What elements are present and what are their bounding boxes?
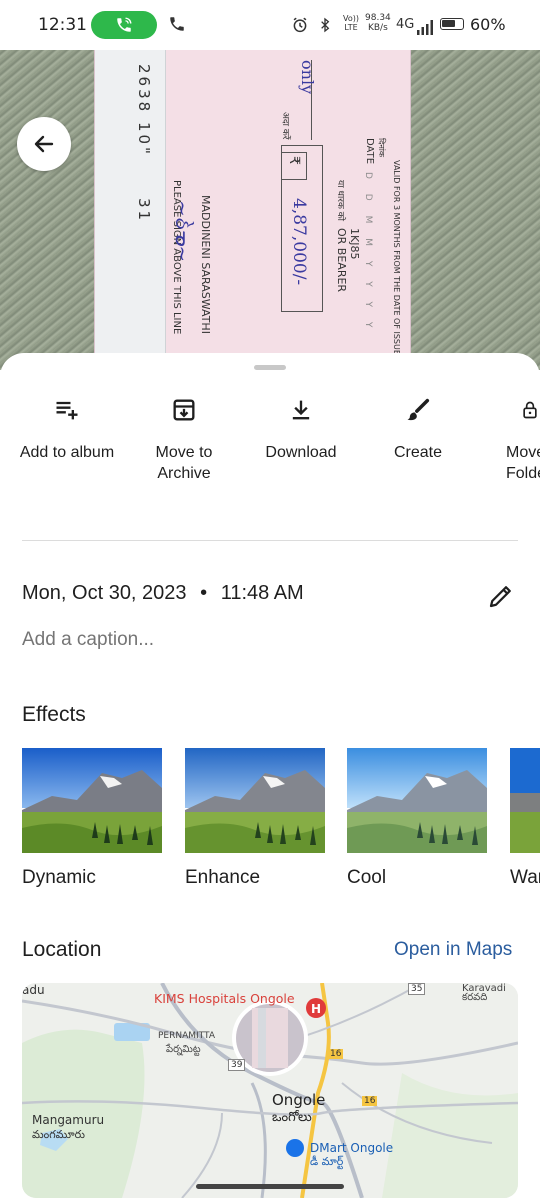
home-indicator[interactable] — [196, 1184, 344, 1189]
map-label-pernamitta: PERNAMITTA — [158, 1031, 215, 1041]
alarm-icon — [293, 17, 307, 33]
download-label: Download — [265, 444, 337, 461]
route-39-marker: 39 — [228, 1059, 246, 1071]
status-bar: 12:31 Vo)) LTE 98.34 KB/s 4G 60% — [0, 0, 540, 50]
highway-16-marker: 16 — [328, 1049, 344, 1059]
effect-name: Dynamic — [22, 867, 96, 888]
date-format: D D M M Y Y Y Y — [363, 172, 373, 334]
details-sheet: Add to album Move to Archive Download Cr… — [0, 353, 540, 1204]
caption-input[interactable] — [22, 629, 462, 651]
effects-list: Dynamic Enhance Cool Warm — [22, 748, 540, 898]
status-time: 12:31 — [38, 15, 87, 35]
effect-dynamic[interactable]: Dynamic — [22, 748, 162, 889]
effect-name: Cool — [347, 867, 387, 888]
map-label-dmart-local: డీ మార్ట్ — [310, 1155, 344, 1168]
effect-name: Warm — [510, 867, 540, 888]
divider — [22, 540, 518, 541]
date-label: DATE — [364, 138, 375, 165]
map-label-karavadi-local: కరవది — [462, 992, 488, 1003]
cheque-stub — [95, 50, 166, 370]
effect-name: Enhance — [185, 867, 261, 888]
svg-text:H: H — [311, 1002, 321, 1016]
effects-title: Effects — [22, 703, 86, 726]
bluetooth-icon — [321, 17, 330, 33]
rupee-symbol: ₹ — [286, 156, 302, 165]
lock-icon — [523, 401, 537, 419]
photo-preview[interactable]: 2638 10" 31 PLEASE SIGN ABOVE THIS LINE … — [0, 50, 540, 370]
network-type: 4G — [396, 17, 415, 32]
create-button[interactable]: Create — [363, 393, 473, 463]
add-to-album-button[interactable]: Add to album — [12, 393, 122, 463]
effect-thumbnail — [347, 748, 487, 853]
route-35-marker: 35 — [408, 983, 426, 995]
location-map[interactable]: H adu KIMS Hospitals Ongole PERNAMITTA ప… — [22, 983, 518, 1198]
cheque-image: 2638 10" 31 PLEASE SIGN ABOVE THIS LINE … — [95, 50, 410, 370]
battery-percent: 60% — [470, 15, 506, 34]
sheet-drag-handle[interactable] — [254, 365, 286, 370]
playlist-add-icon — [56, 401, 78, 420]
volte-indicator: Vo)) LTE — [343, 14, 359, 32]
map-label-pernamitta-local: పేర్నమిట్ట — [166, 1044, 201, 1055]
map-label-ongole: Ongole — [272, 1091, 326, 1109]
back-button[interactable] — [17, 117, 71, 171]
call-icon — [117, 17, 132, 32]
move-to-locked-folder-button[interactable]: Move to Locked Folder — [480, 393, 540, 484]
network-speed: 98.34 KB/s — [365, 13, 391, 33]
rupees-label: अदा करें — [280, 112, 290, 140]
cheque-stub-number: 2638 10" — [135, 64, 153, 157]
cheque-amount: 4,87,000/- — [289, 198, 309, 286]
photo-time: 11:48 AM — [220, 582, 304, 604]
phone-icon — [170, 17, 184, 31]
move-to-archive-label: Move to Archive — [155, 444, 213, 482]
effect-warm[interactable]: Warm — [510, 748, 540, 889]
move-to-locked-folder-label: Move to Locked Folder — [506, 444, 540, 482]
map-label-ongole-local: ఒంగోలు — [272, 1110, 312, 1125]
archive-icon — [173, 399, 195, 421]
arrow-back-icon — [34, 135, 54, 153]
map-roads: H — [22, 983, 518, 1198]
signal-icon — [417, 20, 433, 35]
account-name: MADDINENI SARASWATHI — [199, 195, 212, 334]
map-label-mangamuru: Mangamuru — [32, 1113, 105, 1127]
pencil-icon — [489, 586, 511, 608]
bearer-label: OR BEARER — [335, 228, 348, 293]
effect-thumbnail — [185, 748, 325, 853]
bearer-label-local: या धारक को — [335, 180, 345, 221]
ongoing-call-pill[interactable] — [91, 11, 157, 39]
edit-date-button[interactable] — [486, 581, 516, 611]
cheque-code: 1KJ85 — [348, 228, 361, 260]
effect-thumbnail — [22, 748, 162, 853]
only-text: only — [298, 60, 317, 95]
date-label-local: दिनांक — [377, 138, 386, 157]
effect-cool[interactable]: Cool — [347, 748, 487, 889]
effect-thumbnail — [510, 748, 540, 853]
create-label: Create — [393, 444, 443, 461]
highway-16-marker-2: 16 — [362, 1096, 378, 1106]
brush-icon — [407, 398, 430, 421]
map-label-adu: adu — [22, 983, 45, 997]
map-label-hospital: KIMS Hospitals Ongole — [154, 991, 295, 1006]
open-in-maps-link[interactable]: Open in Maps — [394, 939, 512, 961]
cheque-stub-digits: 31 — [135, 198, 153, 224]
map-label-dmart: DMart Ongole — [310, 1141, 394, 1155]
date-separator: • — [200, 582, 208, 604]
cheque-validity: VALID FOR 3 MONTHS FROM THE DATE OF ISSU… — [392, 160, 401, 355]
signature: ~ઠેᓀ~ — [171, 200, 195, 263]
battery-icon — [440, 18, 464, 30]
download-button[interactable]: Download — [246, 393, 356, 463]
photo-date-time: Mon, Oct 30, 2023 • 11:48 AM — [22, 582, 304, 605]
effect-enhance[interactable]: Enhance — [185, 748, 325, 889]
download-icon — [292, 400, 310, 420]
move-to-archive-button[interactable]: Move to Archive — [129, 393, 239, 484]
map-label-mangamuru-local: మంగమూరు — [32, 1128, 85, 1141]
photo-date: Mon, Oct 30, 2023 — [22, 582, 187, 604]
location-title: Location — [22, 938, 102, 961]
add-to-album-label: Add to album — [19, 444, 115, 461]
